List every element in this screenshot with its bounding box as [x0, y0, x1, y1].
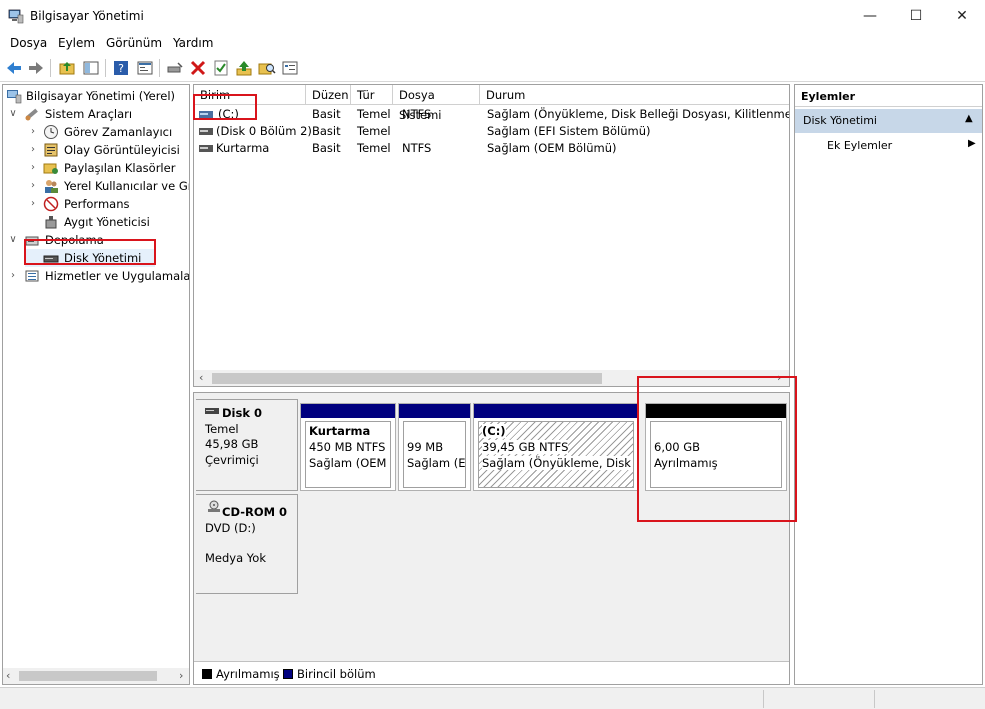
highlight-c-volume: [193, 94, 257, 120]
menu-view[interactable]: Görünüm: [106, 36, 162, 50]
table-row[interactable]: (C:) Basit Temel NTFS Sağlam (Önyükleme,…: [194, 106, 789, 123]
menu-help[interactable]: Yardım: [173, 36, 213, 50]
tree-item-services[interactable]: › Hizmetler ve Uygulamalar: [3, 267, 189, 285]
users-icon: [45, 180, 58, 193]
legend-primary-swatch: [283, 669, 293, 679]
event-log-icon: [44, 143, 58, 157]
table-row[interactable]: Kurtarma Basit Temel NTFS Sağlam (OEM Bö…: [194, 140, 789, 157]
scroll-left-icon[interactable]: ‹: [6, 669, 10, 682]
computer-management-icon: [7, 90, 22, 104]
partition-efi[interactable]: 99 MB Sağlam (EF: [398, 403, 471, 491]
navigation-tree: Bilgisayar Yönetimi (Yerel) ∨ Sistem Ara…: [2, 84, 190, 685]
checklist-icon[interactable]: [212, 59, 230, 77]
tree-item-device-manager[interactable]: Aygıt Yöneticisi: [3, 213, 189, 231]
status-bar: [0, 687, 985, 709]
computer-management-icon: [8, 9, 24, 24]
volume-list: Birim Düzen Tür Dosya Sistemi Durum (C:)…: [193, 84, 790, 387]
column-header-type[interactable]: Tür: [351, 85, 393, 105]
scroll-thumb[interactable]: [19, 671, 157, 681]
scroll-left-icon[interactable]: ‹: [199, 371, 203, 384]
tree-item-root[interactable]: Bilgisayar Yönetimi (Yerel): [3, 87, 189, 105]
disk-drive-icon: [205, 408, 219, 414]
chevron-right-icon[interactable]: ›: [28, 195, 38, 213]
tree-item-performance[interactable]: › Performans: [3, 195, 189, 213]
show-hide-tree-icon[interactable]: [82, 59, 100, 77]
partition-c[interactable]: (C:) 39,45 GB NTFS Sağlam (Önyükleme, Di…: [473, 403, 639, 491]
chevron-right-icon[interactable]: ›: [28, 159, 38, 177]
highlight-disk-management: [24, 239, 156, 265]
highlight-unallocated: [637, 376, 797, 522]
delete-icon[interactable]: [189, 59, 207, 77]
device-manager-icon: [45, 216, 57, 229]
legend-unallocated-swatch: [202, 669, 212, 679]
chevron-right-icon[interactable]: ›: [28, 141, 38, 159]
chevron-right-icon[interactable]: ›: [28, 123, 38, 141]
primary-partition-bar: [399, 404, 470, 418]
tree-horizontal-scrollbar[interactable]: ‹ ›: [3, 668, 189, 684]
title-bar: Bilgisayar Yönetimi — ☐ ✕: [0, 0, 985, 32]
actions-more-actions[interactable]: Ek Eylemler ▶: [795, 135, 982, 155]
menu-bar: Dosya Eylem Görünüm Yardım: [0, 32, 985, 54]
minimize-button[interactable]: —: [847, 0, 893, 32]
back-arrow-icon[interactable]: [5, 59, 23, 77]
scroll-thumb[interactable]: [212, 373, 602, 384]
primary-partition-bar: [301, 404, 395, 418]
tree-item-task-scheduler[interactable]: › Görev Zamanlayıcı: [3, 123, 189, 141]
column-header-status[interactable]: Durum: [480, 85, 789, 105]
cdrom-icon: [208, 500, 220, 512]
volume-icon: [199, 128, 213, 135]
close-button[interactable]: ✕: [939, 0, 985, 32]
tree-item-system-tools[interactable]: ∨ Sistem Araçları: [3, 105, 189, 123]
connect-drive-icon[interactable]: [166, 59, 184, 77]
chevron-down-icon[interactable]: ∨: [8, 105, 18, 123]
chevron-right-icon[interactable]: ›: [8, 267, 18, 285]
column-header-filesystem[interactable]: Dosya Sistemi: [393, 85, 480, 122]
collapse-up-icon[interactable]: ▲: [965, 113, 973, 124]
tools-icon: [25, 108, 38, 121]
partition-recovery[interactable]: Kurtarma 450 MB NTFS Sağlam (OEM B: [300, 403, 396, 491]
chevron-right-icon[interactable]: ›: [28, 177, 38, 195]
help-icon[interactable]: ?: [112, 59, 130, 77]
volume-icon: [199, 145, 213, 152]
legend: Ayrılmamış Birincil bölüm: [194, 661, 789, 684]
properties-icon[interactable]: [136, 59, 154, 77]
chevron-down-icon[interactable]: ∨: [8, 231, 18, 249]
column-header-layout[interactable]: Düzen: [306, 85, 351, 105]
actions-title: Eylemler: [795, 85, 982, 107]
clock-icon: [44, 125, 58, 139]
menu-file[interactable]: Dosya: [10, 36, 47, 50]
search-folder-icon[interactable]: [258, 59, 276, 77]
table-row[interactable]: (Disk 0 Bölüm 2) Basit Temel Sağlam (EFI…: [194, 123, 789, 140]
window-title: Bilgisayar Yönetimi: [30, 9, 144, 23]
folder-up-icon[interactable]: [58, 59, 76, 77]
maximize-button[interactable]: ☐: [893, 0, 939, 32]
import-icon[interactable]: [235, 59, 253, 77]
actions-pane: Eylemler Disk Yönetimi ▲ Ek Eylemler ▶: [794, 84, 983, 685]
forward-arrow-icon[interactable]: [27, 59, 45, 77]
toolbar: ?: [0, 54, 985, 82]
primary-partition-bar: [474, 404, 638, 418]
tree-item-local-users[interactable]: › Yerel Kullanıcılar ve Gru: [3, 177, 189, 195]
shared-folder-icon: [43, 163, 58, 174]
submenu-arrow-icon: ▶: [968, 138, 976, 149]
tree-item-event-viewer[interactable]: › Olay Görüntüleyicisi: [3, 141, 189, 159]
cdrom-0-header[interactable]: CD-ROM 0 DVD (D:) Medya Yok: [196, 494, 298, 594]
services-icon: [25, 270, 39, 282]
svg-text:?: ?: [118, 62, 124, 75]
actions-section-disk-management[interactable]: Disk Yönetimi ▲: [795, 109, 982, 133]
performance-icon: [43, 196, 59, 212]
tree-item-shared-folders[interactable]: › Paylaşılan Klasörler: [3, 159, 189, 177]
menu-action[interactable]: Eylem: [58, 36, 95, 50]
console-icon[interactable]: [281, 59, 299, 77]
disk-0-header[interactable]: Disk 0 Temel 45,98 GB Çevrimiçi: [196, 399, 298, 491]
scroll-right-icon[interactable]: ›: [179, 669, 183, 682]
